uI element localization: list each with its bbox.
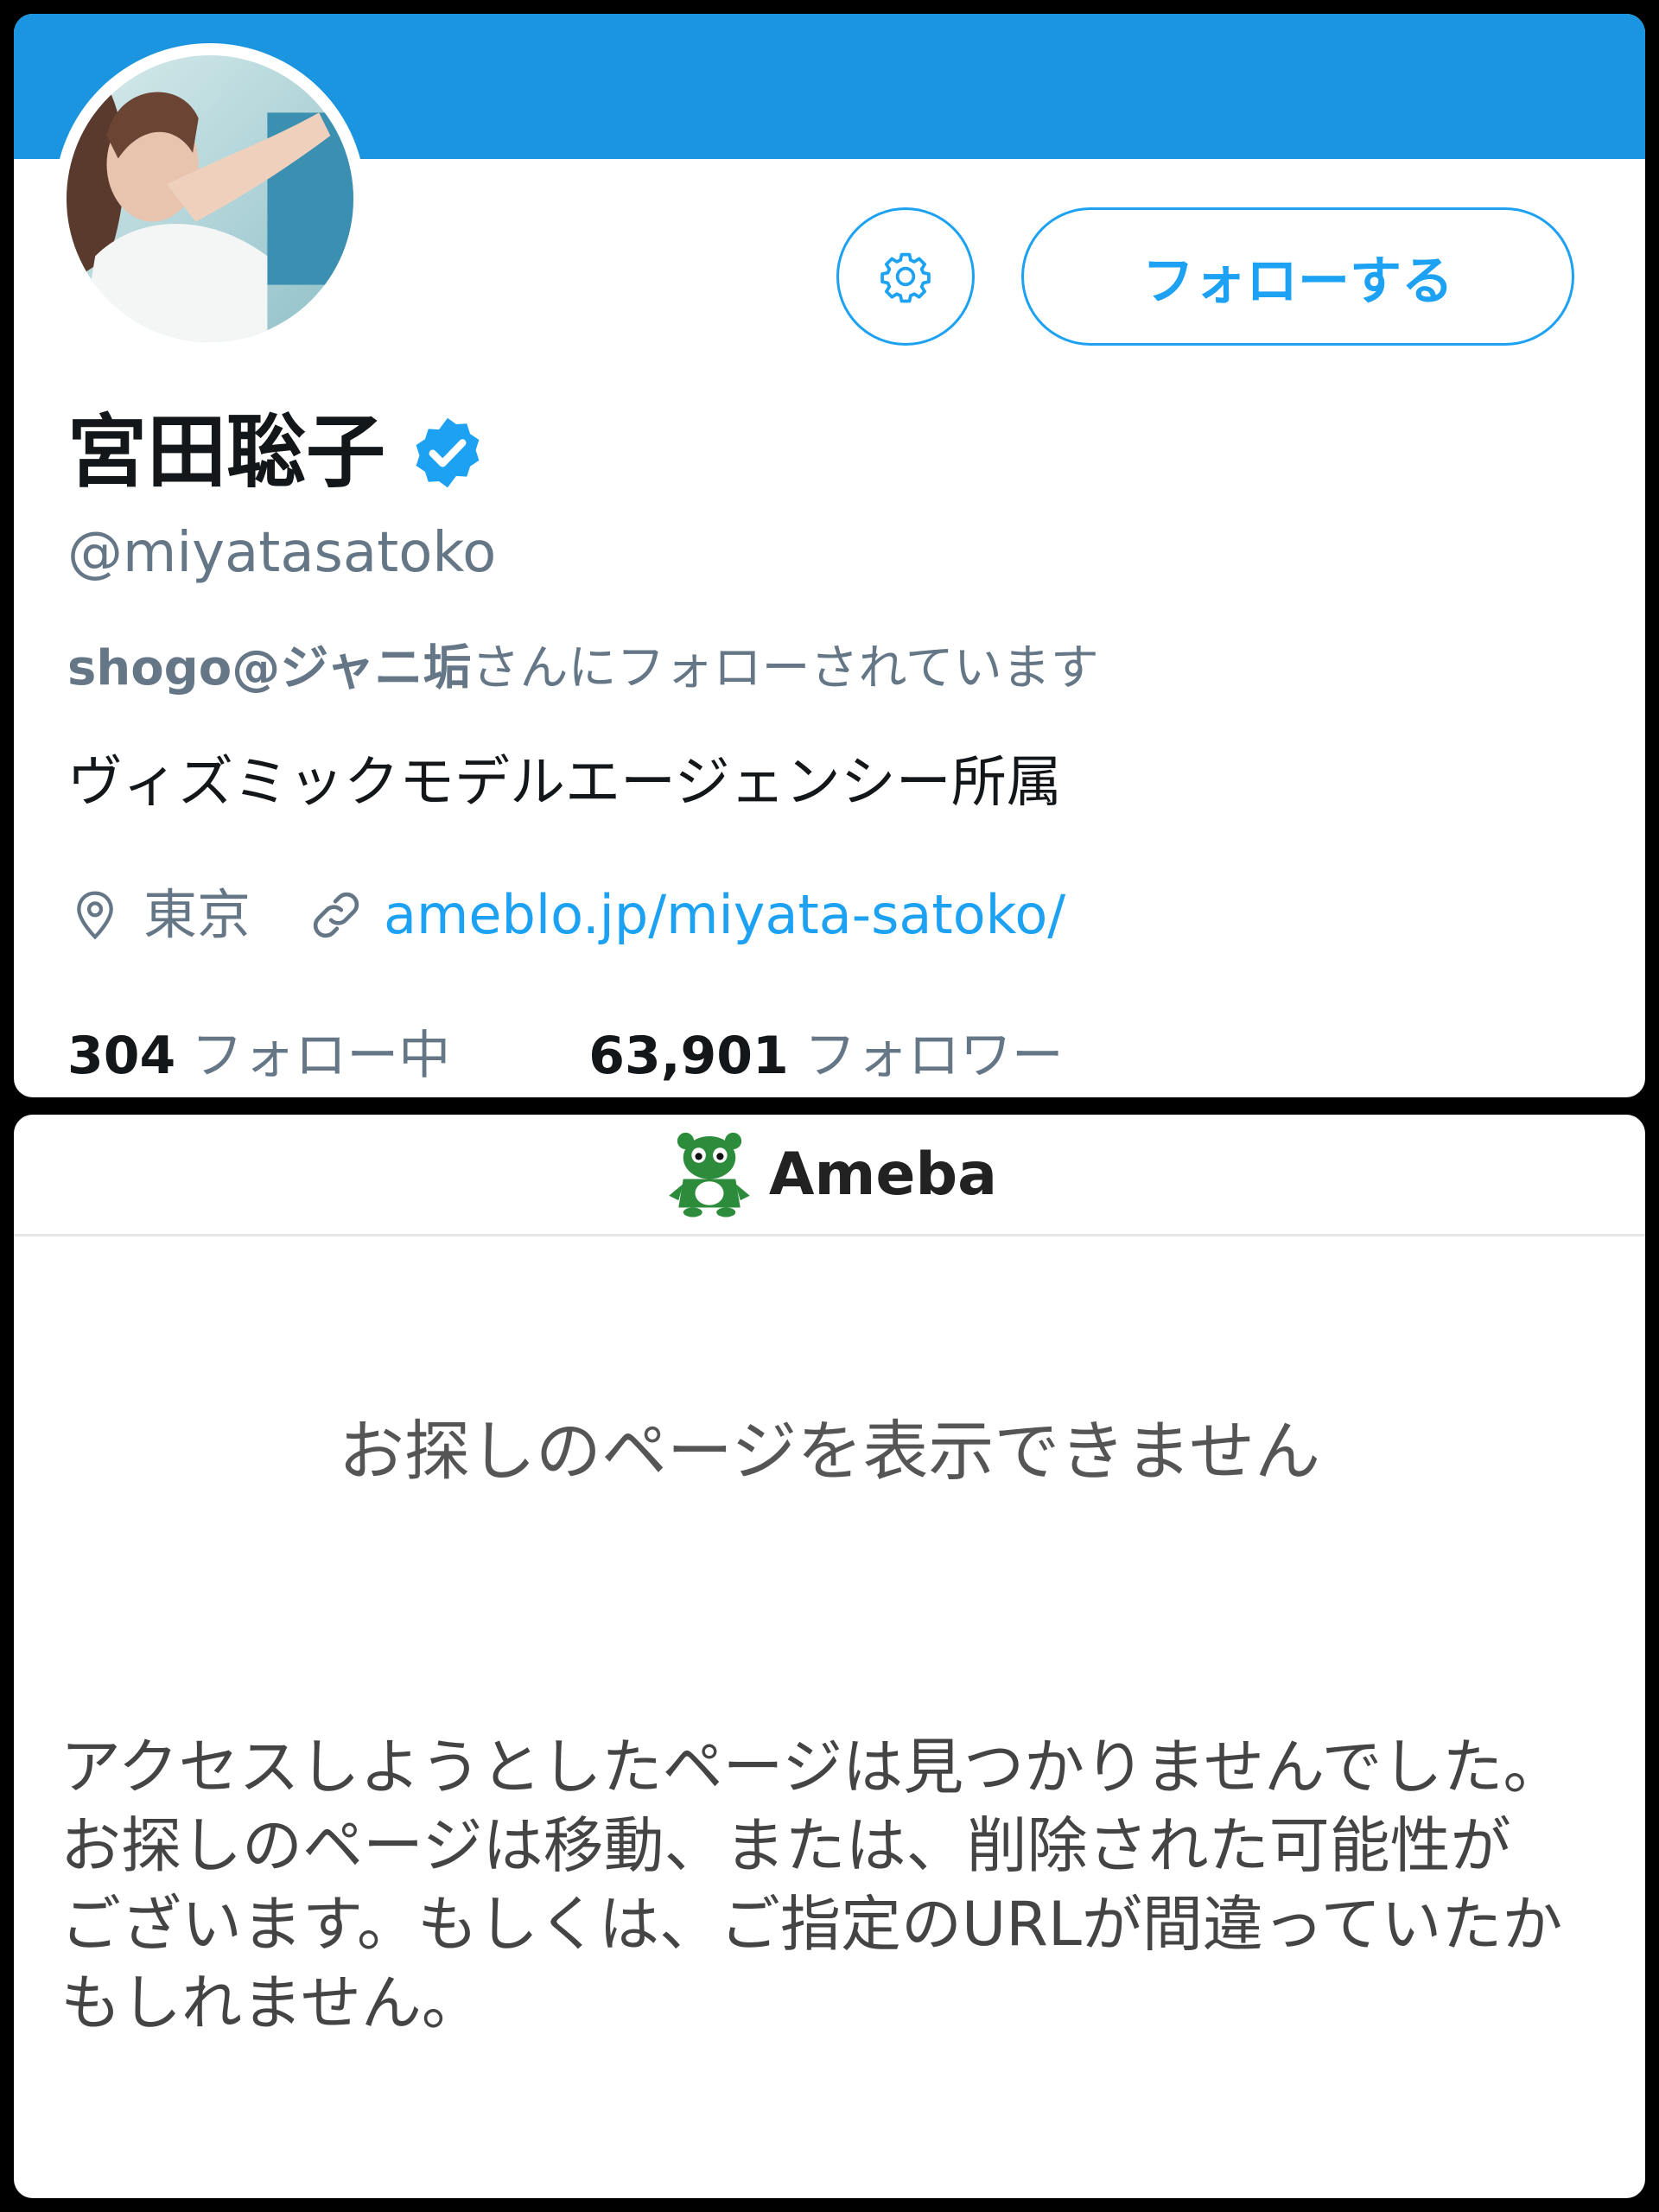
ameba-mascot-icon[interactable] bbox=[662, 1127, 757, 1222]
verified-badge-icon bbox=[416, 417, 480, 488]
follower-name-link[interactable]: shogo@ジャニ垢 bbox=[67, 640, 471, 696]
error-message: アクセスしようとしたページは見つかりませんでした。 お探しのページは移動、または… bbox=[60, 1728, 1564, 2043]
settings-gear-icon bbox=[880, 252, 931, 303]
profile-website-link[interactable]: ameblo.jp/miyata-satoko/ bbox=[384, 888, 1065, 942]
name-row: 宮田聡子 bbox=[67, 413, 487, 493]
followers-label: フォロワー bbox=[804, 1026, 1064, 1086]
followers-stat[interactable]: 63,901 フォロワー bbox=[588, 1030, 1064, 1082]
follow-button[interactable]: フォローする bbox=[1021, 207, 1574, 346]
display-name: 宮田聡子 bbox=[67, 406, 386, 499]
profile-bio: ヴィズミックモデルエージェンシー所属 bbox=[67, 751, 1062, 815]
profile-location: 東京 bbox=[143, 883, 251, 946]
profile-avatar[interactable] bbox=[54, 43, 365, 354]
profile-handle: @miyatasatoko bbox=[67, 521, 497, 585]
following-stat[interactable]: 304 フォロー中 bbox=[67, 1030, 450, 1082]
profile-meta: 東京 ameblo.jp/miyata-satoko/ bbox=[67, 885, 1065, 945]
profile-stats: 304 フォロー中 63,901 フォロワー bbox=[67, 1030, 1064, 1082]
twitter-profile-panel: フォローする 宮田聡子 @miyatasatoko shogo@ジャニ垢さんにフ… bbox=[14, 14, 1645, 1097]
link-icon bbox=[313, 892, 359, 938]
followers-count: 63,901 bbox=[588, 1026, 789, 1086]
following-count: 304 bbox=[67, 1026, 176, 1086]
settings-button[interactable] bbox=[836, 207, 975, 346]
ameba-header: Ameba bbox=[14, 1115, 1645, 1236]
error-message-line-2: お探しのページは移動、または、削除された可能性がございます。もしくは、ご指定のU… bbox=[60, 1810, 1563, 2038]
ameba-error-panel: Ameba お探しのページを表示できません アクセスしようとしたページは見つかり… bbox=[14, 1115, 1645, 2198]
error-message-line-1: アクセスしようとしたページは見つかりませんでした。 bbox=[60, 1732, 1564, 1802]
error-title: お探しのページを表示できません bbox=[338, 1413, 1321, 1490]
location-pin-icon bbox=[77, 891, 113, 940]
avatar-photo bbox=[67, 55, 353, 342]
following-label: フォロー中 bbox=[191, 1026, 451, 1086]
followed-by-suffix: さんにフォローされています bbox=[471, 640, 1099, 696]
followed-by-notice: shogo@ジャニ垢さんにフォローされています bbox=[67, 645, 1099, 693]
ameba-logo-text[interactable]: Ameba bbox=[769, 1141, 997, 1209]
